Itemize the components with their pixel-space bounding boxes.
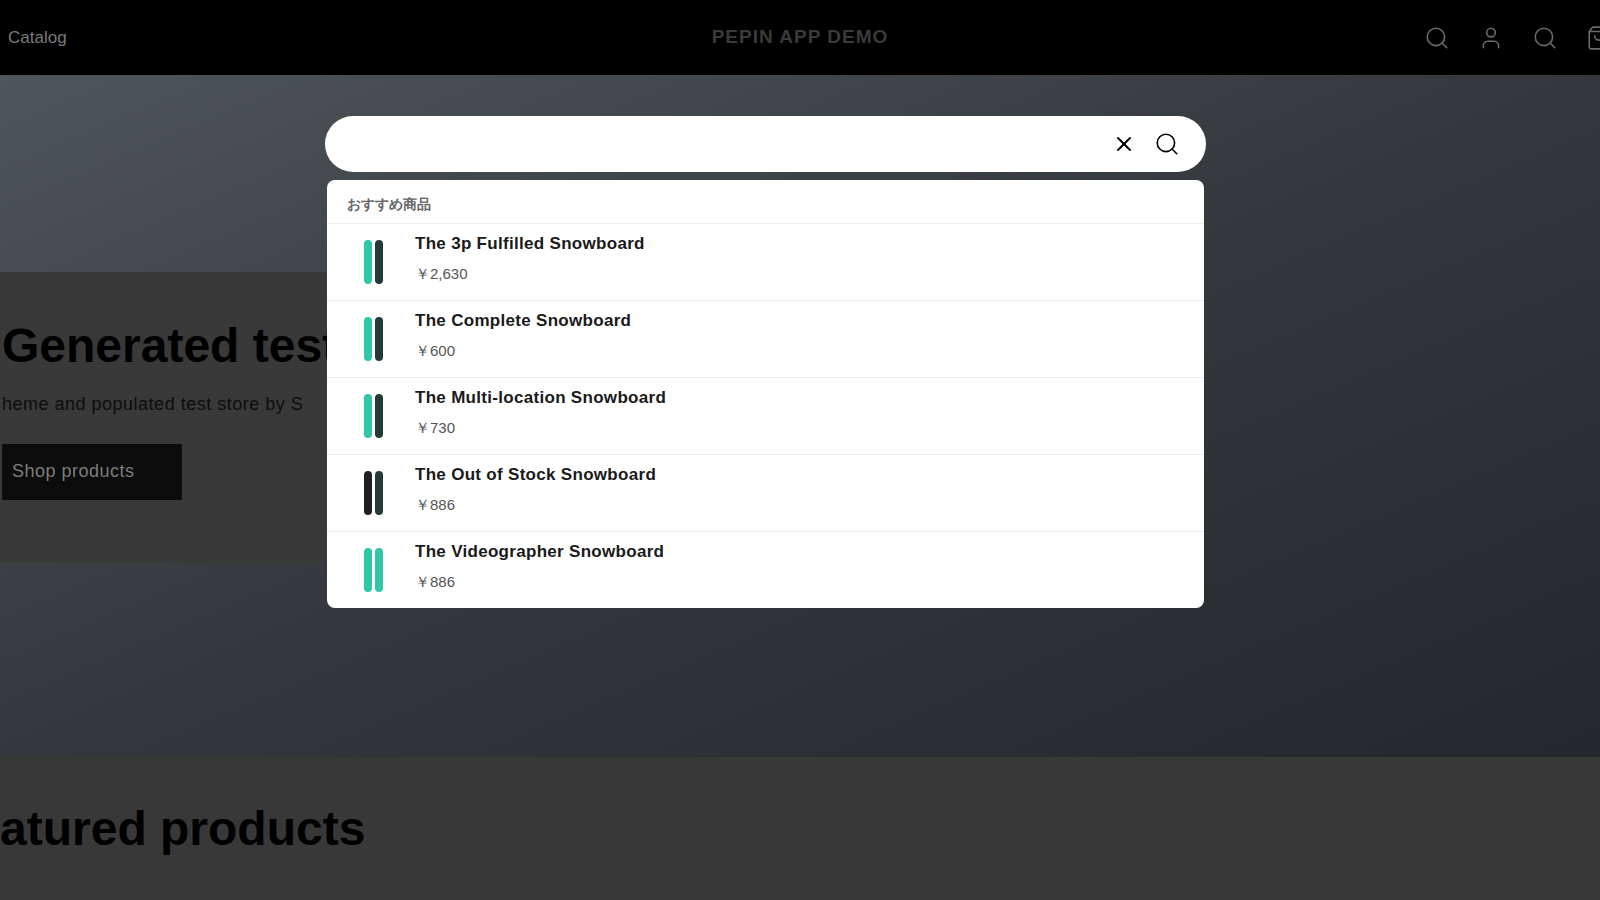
search-icon[interactable]: [1532, 25, 1558, 51]
product-price: ￥600: [415, 340, 631, 363]
suggestion-row[interactable]: The Videographer Snowboard ￥886: [327, 531, 1204, 608]
suggestion-info: The Videographer Snowboard ￥886: [415, 539, 664, 593]
header-icons: [1067, 25, 1600, 51]
product-name: The Complete Snowboard: [415, 308, 631, 334]
product-thumbnail[interactable]: [347, 544, 399, 596]
featured-heading: atured products: [0, 803, 1600, 856]
store-title[interactable]: PEPIN APP DEMO: [533, 23, 1066, 52]
suggestion-info: The Complete Snowboard ￥600: [415, 308, 631, 362]
product-thumbnail[interactable]: [347, 467, 399, 519]
header-nav: Catalog: [0, 25, 533, 51]
suggestions-heading: おすすめ商品: [327, 180, 1204, 223]
cart-icon[interactable]: [1586, 25, 1600, 51]
suggestion-row[interactable]: The 3p Fulfilled Snowboard ￥2,630: [327, 223, 1204, 300]
nav-link[interactable]: Catalog: [8, 25, 67, 51]
suggestion-info: The Multi-location Snowboard ￥730: [415, 385, 666, 439]
shop-products-button[interactable]: Shop products: [2, 444, 182, 500]
snowboard-shape: [375, 548, 383, 592]
suggestion-info: The 3p Fulfilled Snowboard ￥2,630: [415, 231, 645, 285]
snowboard-shape: [364, 394, 372, 438]
search-icon[interactable]: [1154, 131, 1180, 157]
snowboard-shape: [364, 240, 372, 284]
product-name: The 3p Fulfilled Snowboard: [415, 231, 645, 257]
suggestion-row[interactable]: The Out of Stock Snowboard ￥886: [327, 454, 1204, 531]
product-price: ￥886: [415, 571, 664, 594]
suggestion-row[interactable]: The Complete Snowboard ￥600: [327, 300, 1204, 377]
product-name: The Multi-location Snowboard: [415, 385, 666, 411]
search-input[interactable]: [349, 131, 1094, 157]
product-price: ￥886: [415, 494, 656, 517]
product-price: ￥2,630: [415, 263, 645, 286]
site-header: Catalog PEPIN APP DEMO: [0, 0, 1600, 75]
snowboard-shape: [375, 240, 383, 284]
product-name: The Videographer Snowboard: [415, 539, 664, 565]
featured-section: atured products: [0, 757, 1600, 900]
clear-icon[interactable]: [1112, 132, 1136, 156]
search-bar: [325, 116, 1206, 172]
user-icon[interactable]: [1478, 25, 1504, 51]
product-thumbnail[interactable]: [347, 236, 399, 288]
snowboard-shape: [375, 317, 383, 361]
page: CatalogPEPIN APP DEMOGenerated testheme …: [0, 0, 1600, 900]
product-price: ￥730: [415, 417, 666, 440]
snowboard-shape: [375, 394, 383, 438]
snowboard-shape: [364, 471, 372, 515]
snowboard-shape: [364, 317, 372, 361]
search-modal: おすすめ商品The 3p Fulfilled Snowboard￥2,630Th…: [325, 116, 1206, 608]
suggestions-panel: おすすめ商品The 3p Fulfilled Snowboard￥2,630Th…: [327, 180, 1204, 608]
snowboard-shape: [375, 471, 383, 515]
product-name: The Out of Stock Snowboard: [415, 462, 656, 488]
product-thumbnail[interactable]: [347, 313, 399, 365]
snowboard-shape: [364, 548, 372, 592]
suggestion-info: The Out of Stock Snowboard ￥886: [415, 462, 656, 516]
search-icon[interactable]: [1424, 25, 1450, 51]
product-thumbnail[interactable]: [347, 390, 399, 442]
suggestion-row[interactable]: The Multi-location Snowboard ￥730: [327, 377, 1204, 454]
